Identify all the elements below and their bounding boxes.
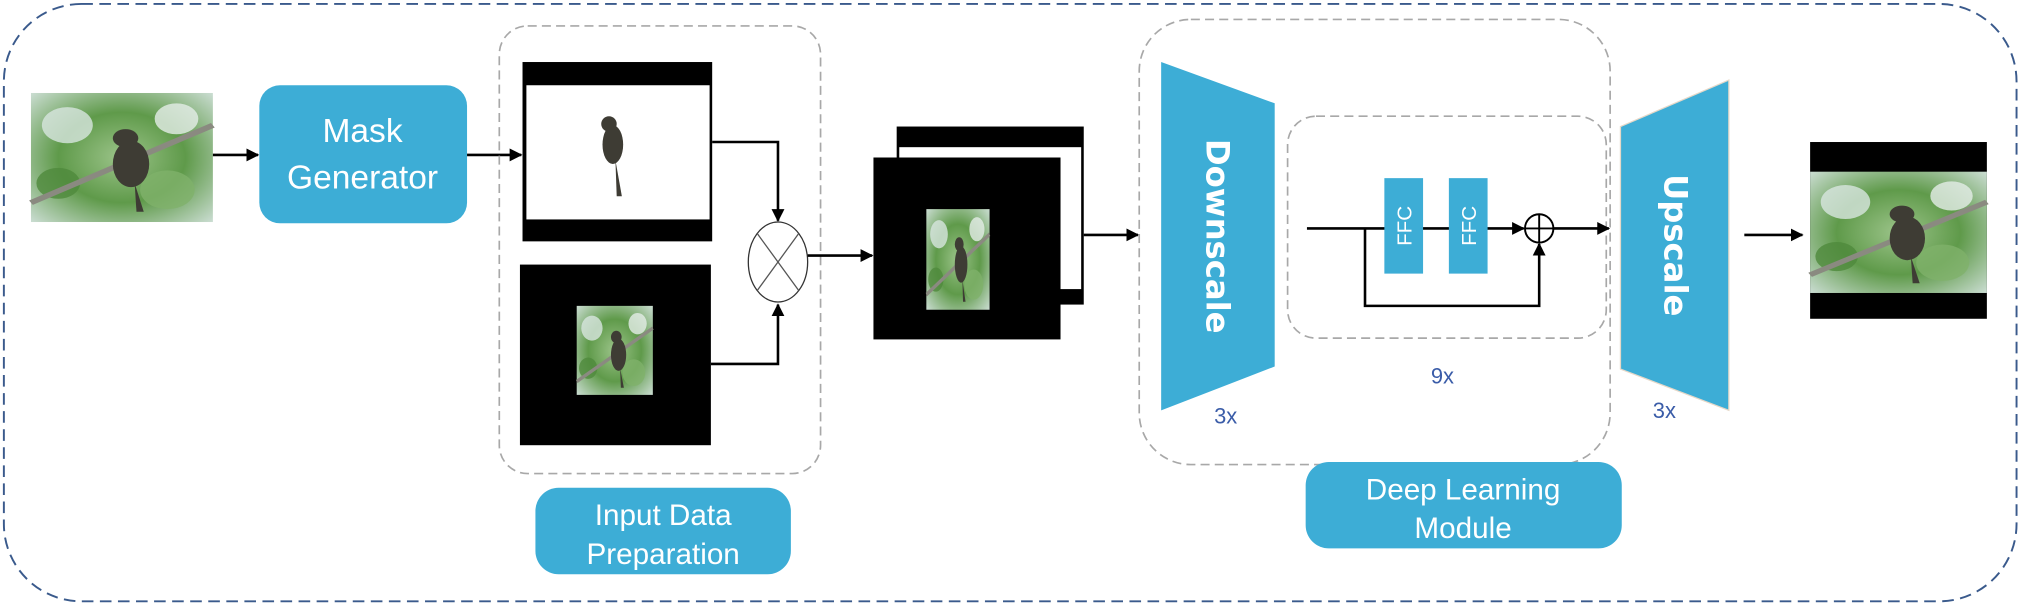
ffc-label: FFC: [1458, 206, 1481, 246]
downscale-block: Downscale: [1161, 62, 1275, 411]
arrow: [712, 140, 785, 223]
mask-generator-block: Mask Generator: [259, 85, 468, 224]
input-data-preparation-line2: Preparation: [586, 538, 739, 571]
upscale-label: Upscale: [1656, 174, 1694, 316]
downscale-count: 3x: [1214, 403, 1237, 428]
add-icon: [1524, 213, 1555, 244]
input-data-preparation-label: Input Data Preparation: [535, 487, 791, 575]
ffc-label: FFC: [1393, 206, 1416, 246]
stacked-input-tensor: [873, 126, 1084, 340]
masked-image: [519, 264, 711, 446]
upscale-count: 3x: [1653, 398, 1676, 423]
ffc-block-2: FFC: [1448, 178, 1488, 274]
input-data-preparation-line1: Input Data: [595, 499, 732, 532]
deep-learning-module-line1: Deep Learning: [1366, 473, 1561, 506]
input-image: [31, 93, 213, 222]
ffc-block-1: FFC: [1384, 178, 1424, 274]
downscale-label: Downscale: [1198, 139, 1236, 334]
mask-generator-label-line1: Mask: [322, 113, 402, 150]
deep-learning-module-line2: Module: [1414, 512, 1511, 545]
ffc-count: 9x: [1431, 363, 1454, 388]
pipeline-diagram: Mask Generator Input Data Preparation Do…: [2, 3, 2018, 603]
multiply-icon: [747, 221, 809, 303]
output-image: [1810, 142, 1987, 319]
mask-image: [522, 62, 713, 242]
mask-generator-label-line2: Generator: [287, 159, 438, 196]
upscale-block: Upscale: [1619, 79, 1730, 412]
arrow: [710, 303, 785, 366]
deep-learning-module-label: Deep Learning Module: [1305, 461, 1622, 549]
